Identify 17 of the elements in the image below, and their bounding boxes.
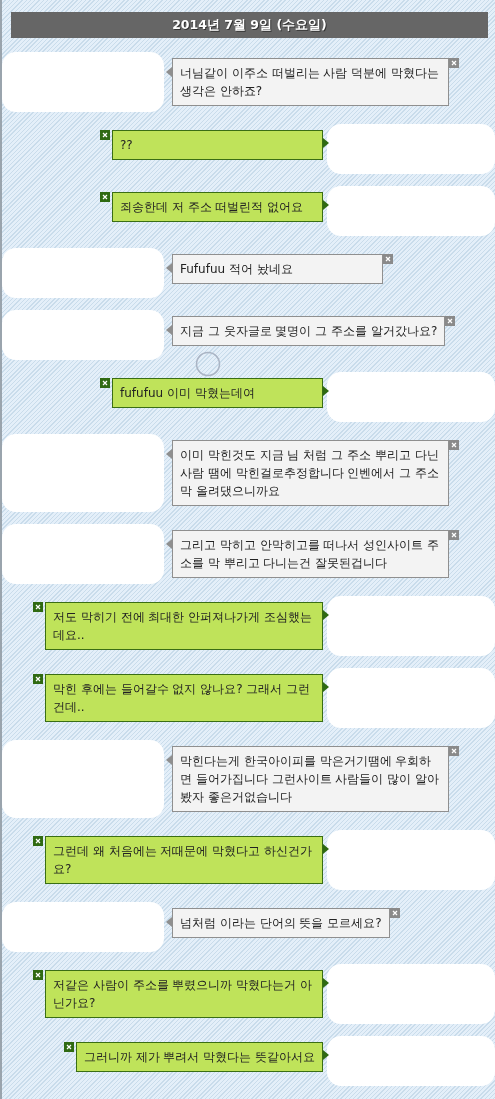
close-icon[interactable] xyxy=(449,746,459,756)
close-icon[interactable] xyxy=(33,970,43,980)
close-icon[interactable] xyxy=(449,58,459,68)
close-icon[interactable] xyxy=(383,254,393,264)
close-icon[interactable] xyxy=(33,674,43,684)
close-icon[interactable] xyxy=(449,440,459,450)
date-header: 2014년 7월 9일 (수요일) xyxy=(11,12,488,38)
close-icon[interactable] xyxy=(63,1042,74,1052)
close-icon[interactable] xyxy=(449,530,459,540)
close-icon[interactable] xyxy=(445,316,456,326)
close-icon[interactable] xyxy=(33,602,43,612)
close-icon[interactable] xyxy=(100,378,110,388)
close-icon[interactable] xyxy=(100,130,110,140)
circle-icon xyxy=(195,351,221,377)
close-icon[interactable] xyxy=(389,908,400,918)
close-icon[interactable] xyxy=(100,192,110,202)
close-icon[interactable] xyxy=(33,836,43,846)
